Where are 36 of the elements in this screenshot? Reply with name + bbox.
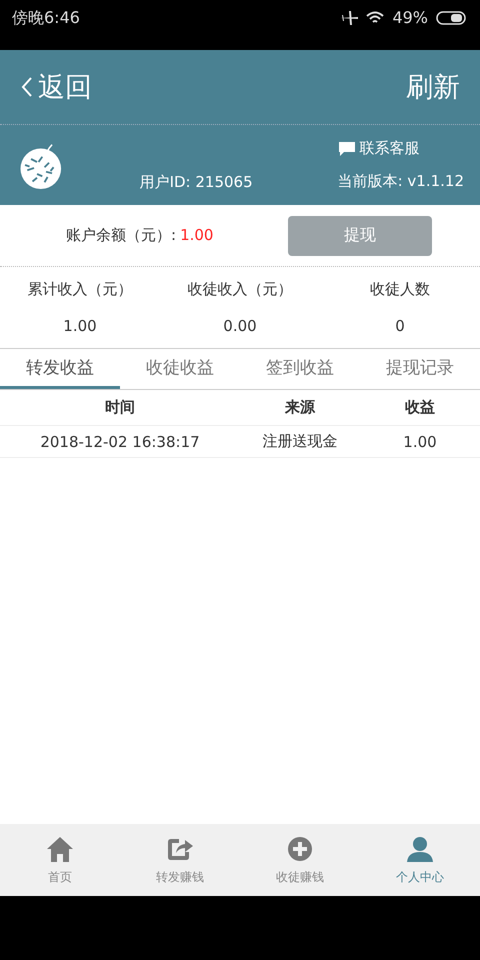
table-cell-text: 注册送现金 xyxy=(262,432,338,451)
status-time: 傍晚6:46 xyxy=(12,8,80,29)
tab[interactable]: 提现记录 xyxy=(360,349,480,389)
stat-label: 收徒人数 xyxy=(370,280,430,299)
column-header: 时间 xyxy=(104,398,136,417)
back-chevron-icon xyxy=(20,75,34,99)
app-version: 当前版本: v1.1.12 xyxy=(338,172,464,191)
battery-icon xyxy=(436,10,466,24)
plus-circle-icon xyxy=(285,834,315,862)
tab[interactable]: 收徒收益 xyxy=(120,349,240,389)
stat-value: 0 xyxy=(395,317,405,335)
wifi-icon xyxy=(366,10,384,24)
home-icon xyxy=(45,834,75,862)
stat-value: 0.00 xyxy=(223,317,257,335)
nav-item[interactable]: 首页 xyxy=(0,824,120,896)
chat-bubble-icon xyxy=(338,140,356,156)
refresh-button[interactable]: 刷新 xyxy=(406,69,460,105)
stat-label: 累计收入（元） xyxy=(28,280,132,299)
back-button[interactable]: 返回 xyxy=(20,69,92,105)
table-cell-text: 2018-12-02 16:38:17 xyxy=(39,432,201,450)
nav-item[interactable]: 收徒赚钱 xyxy=(240,824,360,896)
account-balance: 账户余额（元）: 1.00 xyxy=(66,226,214,245)
tab[interactable]: 转发收益 xyxy=(0,349,120,389)
column-header: 来源 xyxy=(284,398,316,417)
contact-support-link[interactable]: 联系客服 xyxy=(338,139,464,158)
stat-label: 收徒收入（元） xyxy=(188,280,292,299)
table-cell-text: 1.00 xyxy=(402,432,438,450)
nav-item[interactable]: 转发赚钱 xyxy=(120,824,240,896)
withdraw-button[interactable]: 提现 xyxy=(288,216,432,256)
user-id: 用户ID: 215065 xyxy=(140,172,253,190)
person-icon xyxy=(405,834,435,862)
battery-level: 49% xyxy=(392,8,428,27)
stat-value: 1.00 xyxy=(63,317,97,335)
nav-item[interactable]: 个人中心 xyxy=(360,824,480,896)
tab[interactable]: 签到收益 xyxy=(240,349,360,389)
column-header: 收益 xyxy=(404,398,436,417)
